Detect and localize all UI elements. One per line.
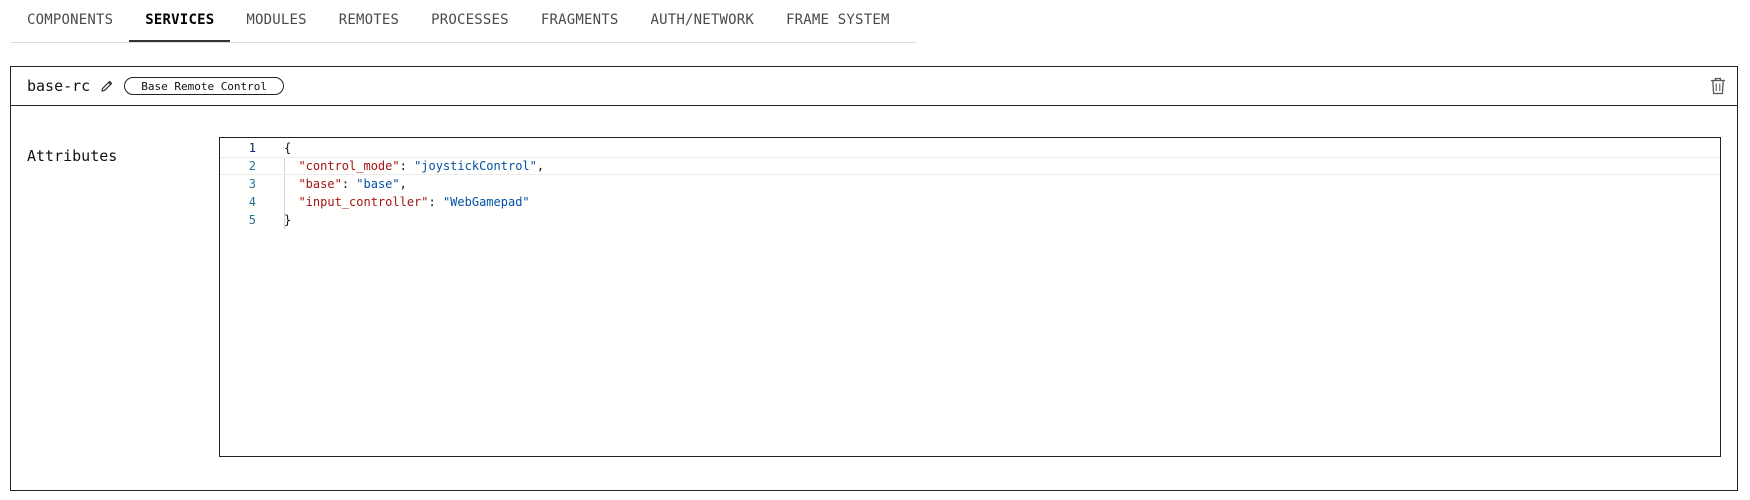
code-text: "base": "base", (298, 177, 407, 191)
json-value: "joystickControl" (414, 159, 537, 173)
json-value: "WebGamepad" (442, 195, 530, 209)
line-number: 5 (248, 213, 256, 227)
editor-line-2: 2 "control_mode": "joystickControl", (220, 157, 1720, 175)
tab-auth-network[interactable]: AUTH/NETWORK (634, 0, 770, 42)
editor-line-5: 5 } (220, 211, 1720, 229)
code-text: "control_mode": "joystickControl", (298, 159, 545, 173)
attributes-json-editor[interactable]: 1 { 2 "control_mode": "joystickControl",… (219, 137, 1721, 457)
code-text: "input_controller": "WebGamepad" (298, 195, 530, 209)
line-number: 4 (248, 195, 256, 209)
tab-fragments[interactable]: FRAGMENTS (525, 0, 635, 42)
code-text: { (284, 141, 291, 155)
json-key: "base" (298, 177, 342, 191)
trash-icon[interactable] (1709, 76, 1727, 96)
json-separator: , (399, 177, 407, 191)
tab-remotes[interactable]: REMOTES (323, 0, 415, 42)
service-type-badge: Base Remote Control (124, 77, 285, 95)
pencil-icon-svg (101, 80, 113, 92)
pencil-icon[interactable] (100, 79, 114, 93)
tab-modules[interactable]: MODULES (230, 0, 322, 42)
json-key: "control_mode" (298, 159, 400, 173)
line-number: 3 (248, 177, 256, 191)
json-key: "input_controller" (298, 195, 429, 209)
line-number: 1 (248, 141, 256, 155)
tab-services[interactable]: SERVICES (129, 0, 231, 42)
trash-icon-svg (1711, 77, 1725, 95)
service-card-header: base-rc Base Remote Control (11, 67, 1737, 106)
tab-processes[interactable]: PROCESSES (415, 0, 525, 42)
open-brace: { (284, 141, 292, 155)
json-separator: , (536, 159, 545, 173)
editor-line-1: 1 { (220, 139, 1720, 157)
editor-line-3: 3 "base": "base", (220, 175, 1720, 193)
attributes-label: Attributes (27, 147, 118, 165)
tab-frame-system[interactable]: FRAME SYSTEM (770, 0, 906, 42)
service-card: base-rc Base Remote Control Attributes 1… (10, 66, 1738, 491)
editor-line-4: 4 "input_controller": "WebGamepad" (220, 193, 1720, 211)
code-text: } (284, 213, 291, 227)
tab-bar: COMPONENTS SERVICES MODULES REMOTES PROC… (11, 0, 916, 43)
service-name: base-rc (27, 77, 91, 95)
tab-components[interactable]: COMPONENTS (11, 0, 129, 42)
close-brace: } (284, 213, 292, 227)
json-value: "base" (356, 177, 400, 191)
line-number: 2 (248, 159, 256, 173)
